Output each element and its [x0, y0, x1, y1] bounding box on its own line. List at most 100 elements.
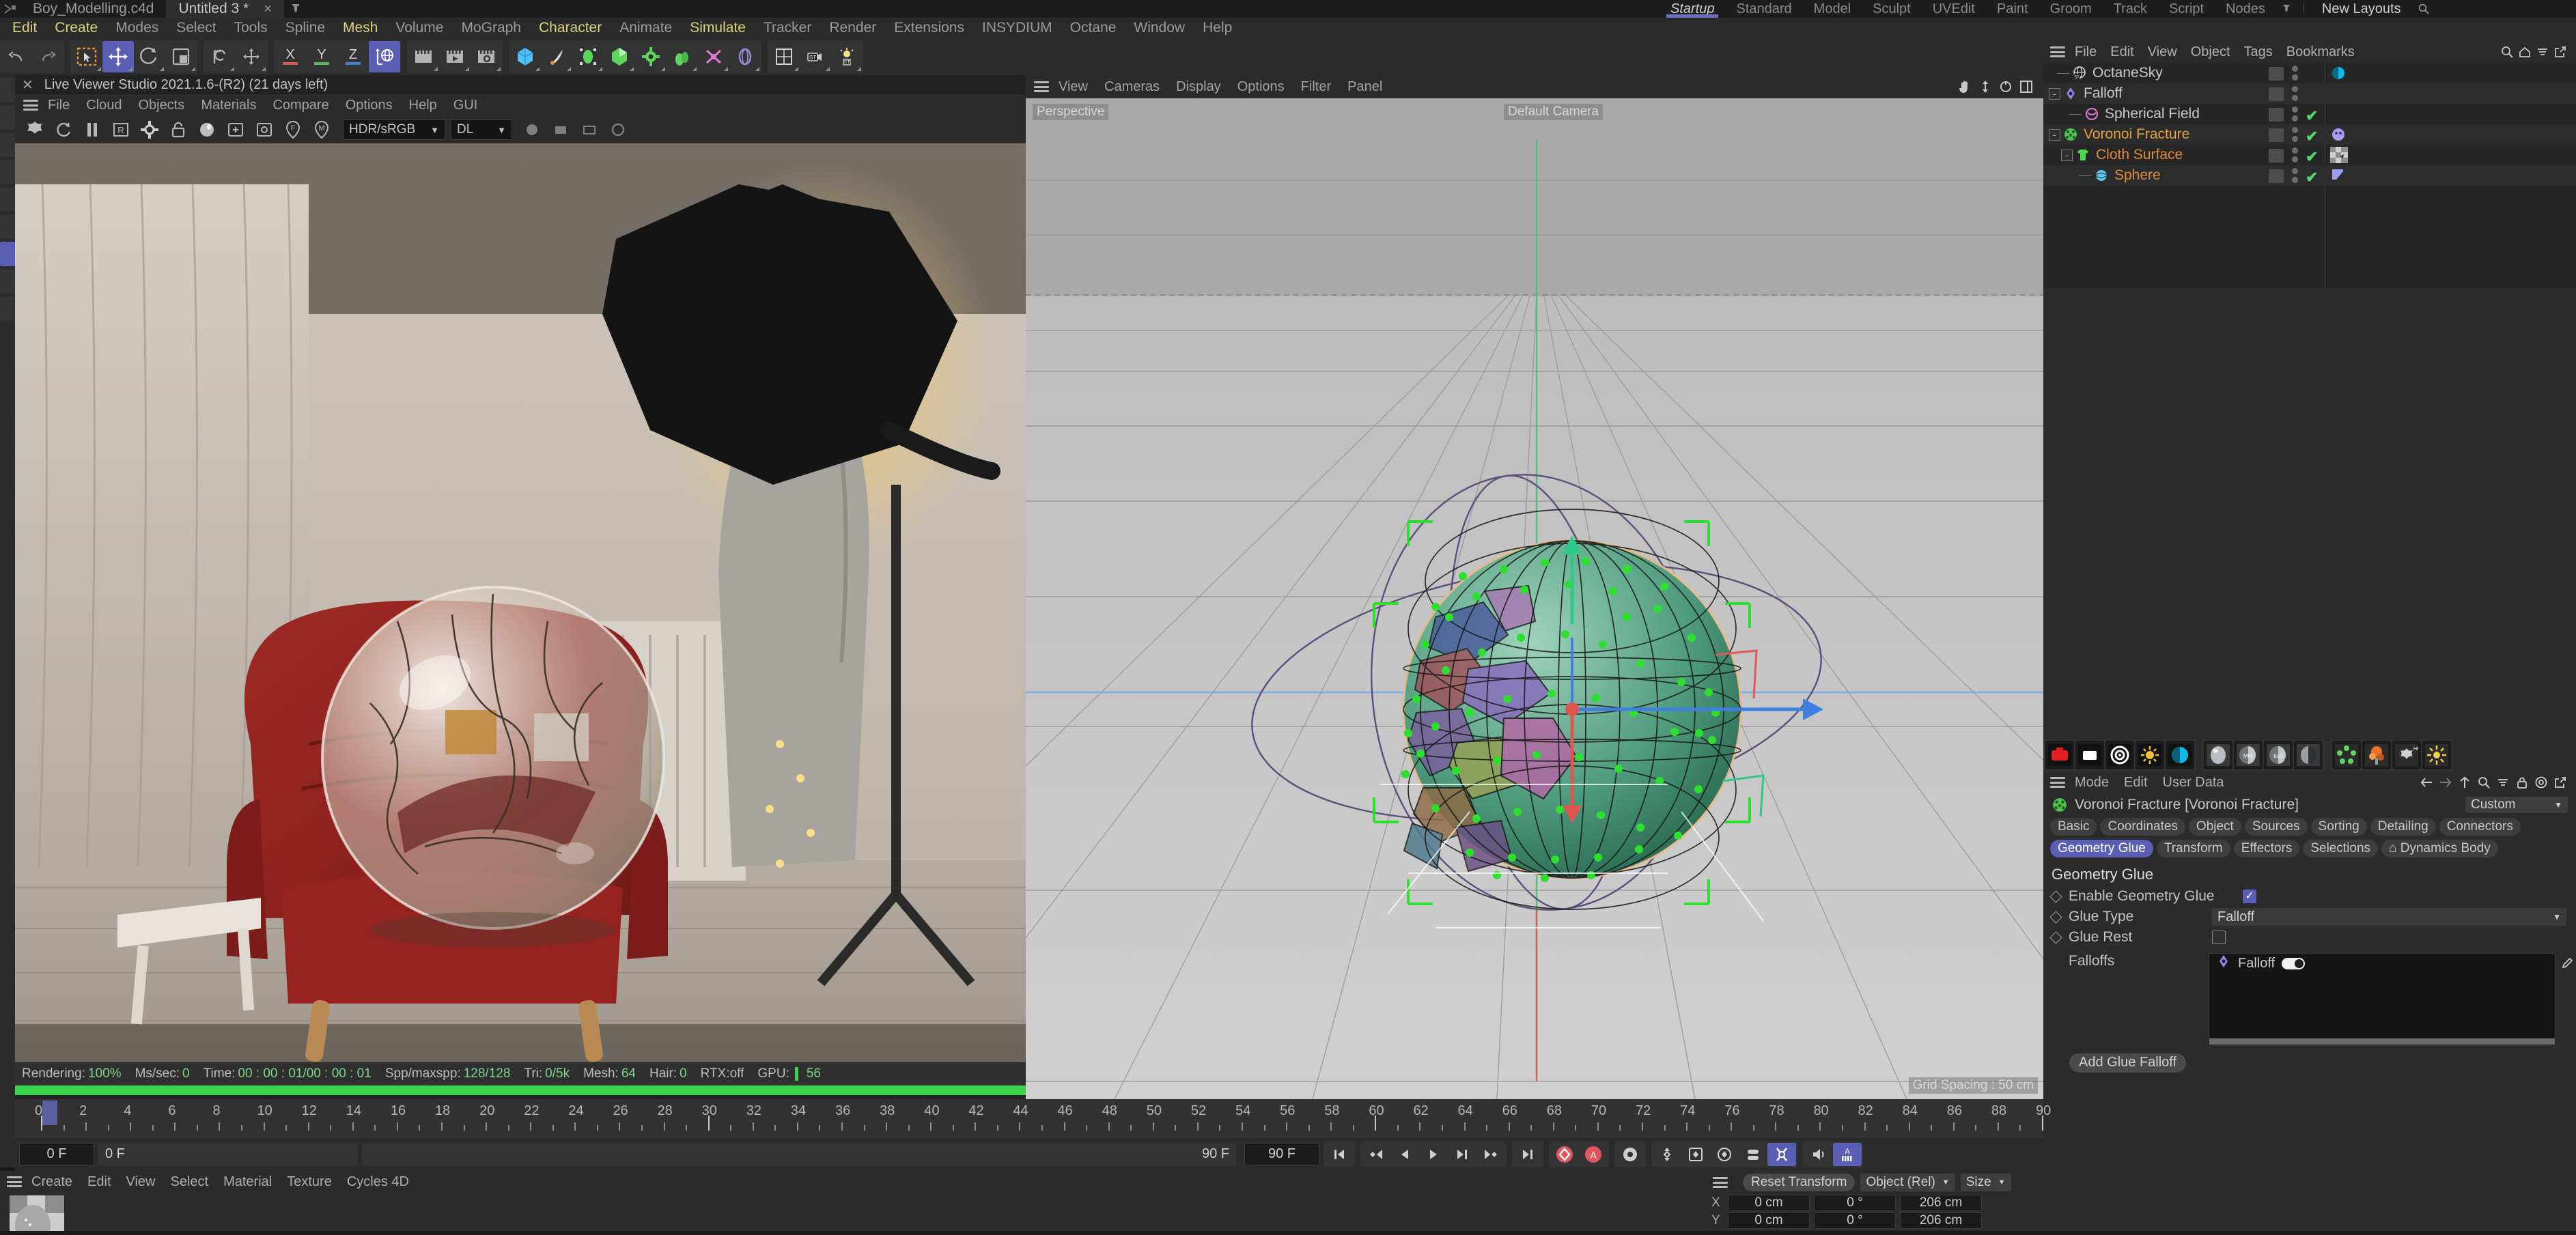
lock-icon[interactable] — [2513, 773, 2531, 791]
hamburger-icon[interactable] — [23, 100, 38, 111]
keyframe-settings-button[interactable] — [1616, 1143, 1644, 1166]
menu-edit[interactable]: Edit — [12, 20, 37, 36]
lv-menu-compare[interactable]: Compare — [272, 98, 328, 113]
play-backwards-button[interactable] — [1390, 1143, 1419, 1166]
expander-icon[interactable]: - — [2049, 87, 2060, 100]
explosia-icon[interactable] — [2362, 741, 2391, 769]
search-icon[interactable] — [2412, 0, 2435, 18]
layout-tab-startup[interactable]: Startup — [1660, 0, 1725, 18]
lv-menu-file[interactable]: File — [48, 98, 70, 113]
mix-material-icon[interactable]: MIX — [2234, 741, 2263, 769]
layout-tab-paint[interactable]: Paint — [1986, 0, 2039, 18]
live-selection-icon[interactable] — [71, 41, 102, 72]
attribute-tabs-row1[interactable]: Basic Coordinates Object Sources Sorting… — [2043, 817, 2576, 836]
pin-icon[interactable] — [284, 0, 307, 18]
main-menu-bar[interactable]: Edit Create Modes Select Tools Spline Me… — [0, 18, 2576, 38]
up-arrow-icon[interactable] — [2456, 773, 2474, 791]
menu-help[interactable]: Help — [1203, 20, 1232, 36]
tab-detailing[interactable]: Detailing — [2370, 818, 2436, 836]
size-dropdown[interactable]: Size ▼ — [1960, 1174, 2011, 1191]
hamburger-icon[interactable] — [7, 1176, 22, 1187]
lv-menu-gui[interactable]: GUI — [453, 98, 478, 113]
om-menu-file[interactable]: File — [2075, 44, 2097, 60]
live-viewer-menu[interactable]: File Cloud Objects Materials Compare Opt… — [15, 94, 1026, 116]
xparticles-icon[interactable] — [2332, 741, 2361, 769]
lv-menu-help[interactable]: Help — [409, 98, 437, 113]
hamburger-icon[interactable] — [2050, 777, 2065, 788]
move-tool-icon[interactable] — [102, 41, 134, 72]
cycles4d-icon[interactable] — [2422, 741, 2451, 769]
pin-layout-icon[interactable] — [2276, 0, 2297, 18]
position-x-input[interactable]: 0 cm — [1728, 1195, 1810, 1211]
enable-geometry-glue-checkbox[interactable]: ✓ — [2243, 890, 2256, 903]
field-icon[interactable] — [729, 41, 761, 72]
object-edit-toggle[interactable] — [2269, 149, 2284, 162]
vp-menu-cameras[interactable]: Cameras — [1104, 79, 1160, 95]
aov-c-icon[interactable] — [604, 117, 632, 143]
reset-transform-button[interactable]: Reset Transform — [1743, 1174, 1856, 1191]
menu-mograph[interactable]: MoGraph — [461, 20, 521, 36]
end-frame-field[interactable]: 90 F — [1244, 1142, 1319, 1166]
rotation-key-button[interactable] — [1710, 1143, 1739, 1166]
render-view-icon[interactable] — [408, 41, 439, 72]
coordinates-panel[interactable]: Reset Transform Object (Rel) ▼ Size ▼ X … — [1707, 1171, 2043, 1231]
keyframe-diamond-icon[interactable] — [2049, 890, 2062, 903]
layout-tabs[interactable]: Startup Standard Model Sculpt UVEdit Pai… — [1660, 0, 2435, 18]
space-dropdown[interactable]: Object (Rel) ▼ — [1860, 1174, 1955, 1191]
render-region-icon[interactable] — [439, 41, 471, 72]
object-row-voronoi-fracture[interactable]: - Voronoi Fracture ✔ — [2043, 124, 2576, 145]
position-key-button[interactable] — [1653, 1143, 1681, 1166]
scale-key-button[interactable] — [1681, 1143, 1710, 1166]
camera-icon[interactable]: ST — [800, 41, 831, 72]
material-manager-panel[interactable]: Create Edit View Select Material Texture… — [0, 1171, 1707, 1235]
rotate-tool-icon[interactable] — [134, 41, 165, 72]
viewport-menu[interactable]: View Cameras Display Options Filter Pane… — [1026, 75, 2043, 98]
lv-menu-options[interactable]: Options — [346, 98, 393, 113]
coordinates-row-x[interactable]: X 0 cm 0 ° 206 cm — [1707, 1194, 2043, 1212]
glue-rest-checkbox[interactable] — [2212, 931, 2226, 944]
deformer-icon[interactable] — [635, 41, 667, 72]
vp-menu-filter[interactable]: Filter — [1301, 79, 1331, 95]
back-arrow-icon[interactable] — [2418, 773, 2435, 791]
hamburger-icon[interactable] — [1034, 81, 1049, 92]
tab-effectors[interactable]: Effectors — [2233, 840, 2300, 857]
visibility-dots[interactable] — [2292, 107, 2299, 122]
octane-sky-icon[interactable] — [2166, 741, 2194, 769]
timeline-ruler[interactable]: 0 2 4 6 8 10 12 14 16 18 20 22 24 26 28 30 32 34 36 38 40 42 4… — [15, 1099, 2051, 1137]
prev-keyframe-button[interactable] — [1362, 1143, 1390, 1166]
maximize-view-icon[interactable] — [2016, 77, 2036, 96]
material-tag-icon[interactable] — [2330, 147, 2348, 167]
mode-model[interactable] — [0, 105, 15, 130]
falloff-enable-toggle[interactable] — [2282, 957, 2306, 969]
undo-icon[interactable] — [1, 41, 32, 72]
octane-targetlight-icon[interactable] — [2105, 741, 2134, 769]
forward-arrow-icon[interactable] — [2437, 773, 2454, 791]
layout-tab-standard[interactable]: Standard — [1725, 0, 1802, 18]
enabled-check-icon[interactable]: ✔ — [2306, 128, 2318, 145]
attribute-tabs-row2[interactable]: Geometry Glue Transform Effectors Select… — [2043, 836, 2576, 857]
search-icon[interactable] — [2498, 43, 2516, 61]
visibility-dots[interactable] — [2292, 66, 2299, 81]
pan-hand-icon[interactable] — [1955, 77, 1975, 96]
menu-create[interactable]: Create — [55, 20, 98, 36]
axis-x-toggle[interactable]: X — [275, 41, 306, 72]
glue-type-dropdown[interactable]: Falloff ▼ — [2212, 908, 2566, 926]
object-tags[interactable] — [2330, 147, 2348, 167]
object-manager-list[interactable]: ST OctaneSky - Falloff Spherical Field ✔… — [2043, 63, 2576, 288]
attribute-manager-menu[interactable]: Mode Edit User Data — [2043, 771, 2576, 793]
mode-texture[interactable] — [0, 132, 15, 157]
target-icon[interactable] — [2532, 773, 2550, 791]
keyframe-diamond-icon[interactable] — [2049, 910, 2062, 924]
object-row-falloff[interactable]: - Falloff — [2043, 83, 2576, 104]
generator-icon[interactable] — [604, 41, 635, 72]
material-picker-icon[interactable]: M — [307, 117, 336, 143]
expander-icon[interactable]: - — [2049, 128, 2060, 141]
object-edit-toggle[interactable] — [2269, 128, 2284, 142]
mode-make-editable[interactable] — [0, 78, 15, 102]
start-frame-field[interactable]: 0 F — [98, 1142, 358, 1166]
add-material-icon[interactable] — [221, 117, 250, 143]
search-icon[interactable] — [2475, 773, 2493, 791]
mode-enable-axis[interactable] — [0, 269, 15, 294]
menu-tracker[interactable]: Tracker — [764, 20, 811, 36]
tab-geometry-glue[interactable]: Geometry Glue — [2050, 840, 2153, 857]
